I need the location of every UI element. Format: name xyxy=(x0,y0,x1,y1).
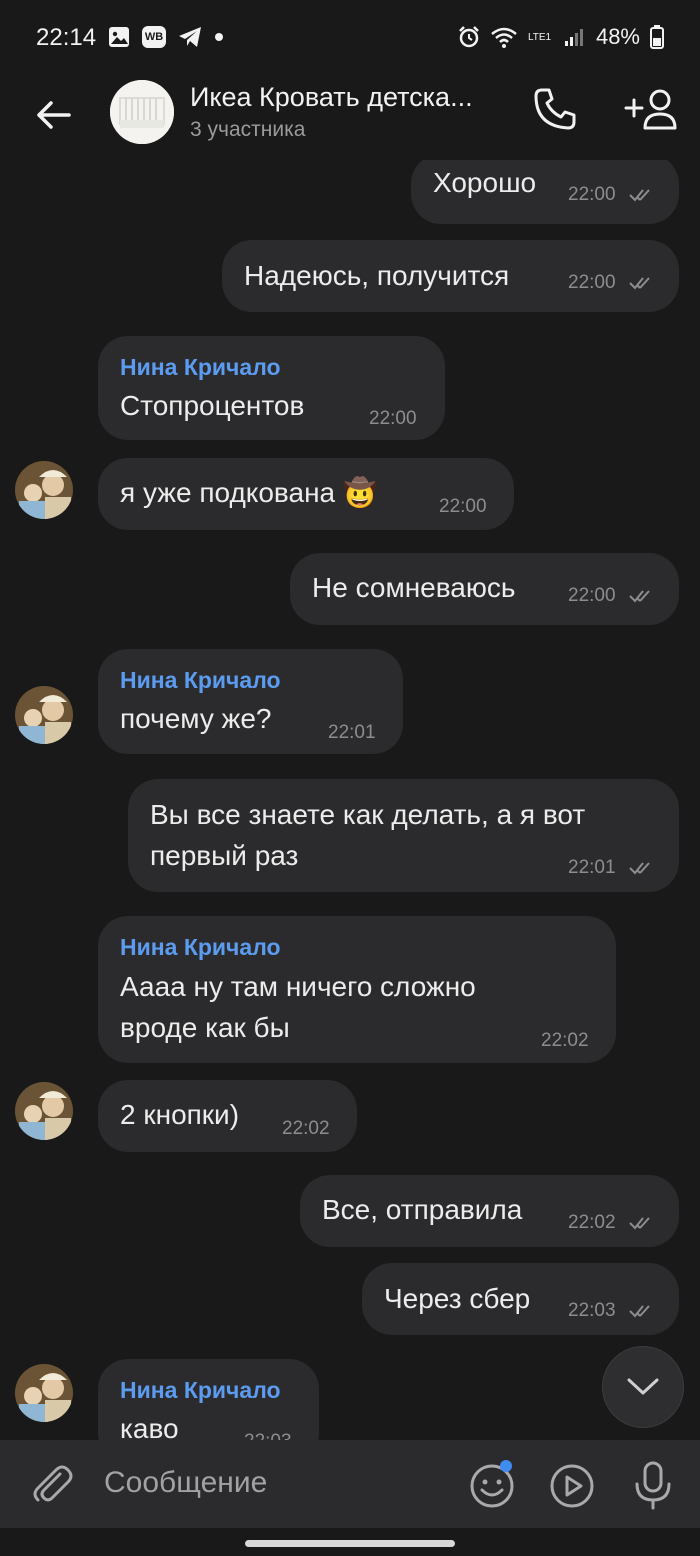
message-text: Стопроцентов xyxy=(120,390,305,421)
read-ticks-icon xyxy=(629,590,650,603)
avatar-photo-icon xyxy=(15,1082,73,1140)
message-time: 22:01 xyxy=(328,722,376,743)
sender-name[interactable]: Нина Кричало xyxy=(120,934,281,961)
incoming-message[interactable]: я уже подкована 🤠 22:00 xyxy=(98,458,514,530)
message-text: каво xyxy=(120,1413,179,1440)
chat-avatar[interactable] xyxy=(110,80,174,144)
sender-avatar[interactable] xyxy=(15,461,73,519)
message-time: 22:00 xyxy=(568,272,616,293)
home-gesture-handle[interactable] xyxy=(245,1540,455,1547)
add-participant-button[interactable] xyxy=(622,86,682,136)
message-text-line2: первый раз xyxy=(150,840,299,871)
outgoing-message[interactable]: Хорошо 22:00 xyxy=(411,160,679,224)
message-text: Все, отправила xyxy=(322,1194,523,1225)
message-time: 22:00 xyxy=(568,184,616,205)
sender-name[interactable]: Нина Кричало xyxy=(120,1377,281,1404)
message-text: Через сбер xyxy=(384,1283,531,1314)
avatar-photo-icon xyxy=(15,1364,73,1422)
wb-app-icon: WB xyxy=(142,26,166,48)
message-time: 22:02 xyxy=(568,1212,616,1233)
message-input[interactable]: Сообщение xyxy=(104,1466,267,1500)
message-time: 22:02 xyxy=(541,1030,589,1051)
scroll-to-bottom-button[interactable] xyxy=(602,1346,684,1428)
read-ticks-icon xyxy=(629,1217,650,1230)
sender-avatar[interactable] xyxy=(15,1082,73,1140)
back-button[interactable] xyxy=(28,90,78,140)
network-type: LTE1 xyxy=(527,31,552,43)
message-time: 22:00 xyxy=(568,585,616,606)
sender-name[interactable]: Нина Кричало xyxy=(120,667,281,694)
new-stickers-dot xyxy=(500,1460,512,1472)
message-text: Надеюсь, получится xyxy=(244,260,510,291)
status-bar: 22:14 WB LTE1 48% xyxy=(0,0,700,78)
message-text: 2 кнопки) xyxy=(120,1099,240,1130)
read-ticks-icon xyxy=(629,862,650,875)
message-time: 22:00 xyxy=(369,408,417,429)
read-ticks-icon xyxy=(629,1305,650,1318)
incoming-message[interactable]: Нина Кричало каво 22:03 xyxy=(98,1359,319,1440)
message-text: я уже подкована 🤠 xyxy=(120,477,378,508)
outgoing-message[interactable]: Вы все знаете как делать, а я вот первый… xyxy=(128,779,679,892)
alarm-icon xyxy=(459,26,479,48)
message-list[interactable]: Хорошо 22:00 Надеюсь, получится 22:00 Ни… xyxy=(0,160,700,1440)
sender-avatar[interactable] xyxy=(15,686,73,744)
chat-title[interactable]: Икеа Кровать детска... xyxy=(190,82,510,113)
telegram-icon xyxy=(179,27,201,47)
avatar-photo-icon xyxy=(15,686,73,744)
outgoing-message[interactable]: Все, отправила 22:02 xyxy=(300,1175,679,1247)
message-text-line1: Вы все знаете как делать, а я вот xyxy=(150,799,586,830)
message-text: Не сомневаюсь xyxy=(312,572,516,603)
avatar-photo-icon xyxy=(15,461,73,519)
incoming-message[interactable]: Нина Кричало Стопроцентов 22:00 xyxy=(98,336,445,440)
incoming-message[interactable]: Нина Кричало Аааа ну там ничего сложно в… xyxy=(98,916,616,1063)
incoming-message[interactable]: Нина Кричало почему же? 22:01 xyxy=(98,649,403,754)
arrow-left-icon xyxy=(37,101,71,129)
video-message-button[interactable] xyxy=(548,1462,596,1510)
read-ticks-icon xyxy=(629,277,650,290)
message-text-line2: вроде как бы xyxy=(120,1012,290,1043)
message-text: Хорошо xyxy=(433,167,537,198)
microphone-icon xyxy=(635,1461,671,1510)
voice-message-button[interactable] xyxy=(630,1460,676,1510)
message-composer: Сообщение xyxy=(0,1440,700,1528)
message-time: 22:01 xyxy=(568,857,616,878)
call-button[interactable] xyxy=(532,86,582,136)
message-time: 22:02 xyxy=(282,1118,330,1139)
add-user-icon xyxy=(624,89,677,130)
read-ticks-icon xyxy=(629,189,650,202)
wifi-icon xyxy=(491,27,517,48)
system-nav-bar xyxy=(0,1528,700,1556)
phone-icon xyxy=(534,88,576,130)
message-text-line1: Аааа ну там ничего сложно xyxy=(120,971,476,1002)
notification-dot-icon xyxy=(215,33,223,41)
sender-name[interactable]: Нина Кричало xyxy=(120,354,281,381)
signal-icon xyxy=(564,29,583,46)
chevron-down-icon xyxy=(627,1378,659,1395)
status-time: 22:14 xyxy=(36,24,97,51)
gallery-icon xyxy=(109,27,129,47)
participants-count[interactable]: 3 участника xyxy=(190,118,305,142)
crib-icon xyxy=(110,80,174,144)
message-text: почему же? xyxy=(120,703,272,734)
message-time: 22:00 xyxy=(439,496,487,517)
outgoing-message[interactable]: Надеюсь, получится 22:00 xyxy=(222,240,679,312)
battery-percent: 48% xyxy=(595,24,640,49)
paperclip-icon xyxy=(33,1465,73,1502)
attach-button[interactable] xyxy=(30,1462,74,1506)
outgoing-message[interactable]: Через сбер 22:03 xyxy=(362,1263,679,1335)
message-time: 22:03 xyxy=(568,1300,616,1321)
battery-icon xyxy=(650,25,664,49)
message-time: 22:03 xyxy=(244,1431,292,1440)
sender-avatar[interactable] xyxy=(15,1364,73,1422)
incoming-message[interactable]: 2 кнопки) 22:02 xyxy=(98,1080,357,1152)
play-circle-icon xyxy=(550,1464,594,1508)
chat-header: Икеа Кровать детска... 3 участника xyxy=(0,78,700,160)
outgoing-message[interactable]: Не сомневаюсь 22:00 xyxy=(290,553,679,625)
